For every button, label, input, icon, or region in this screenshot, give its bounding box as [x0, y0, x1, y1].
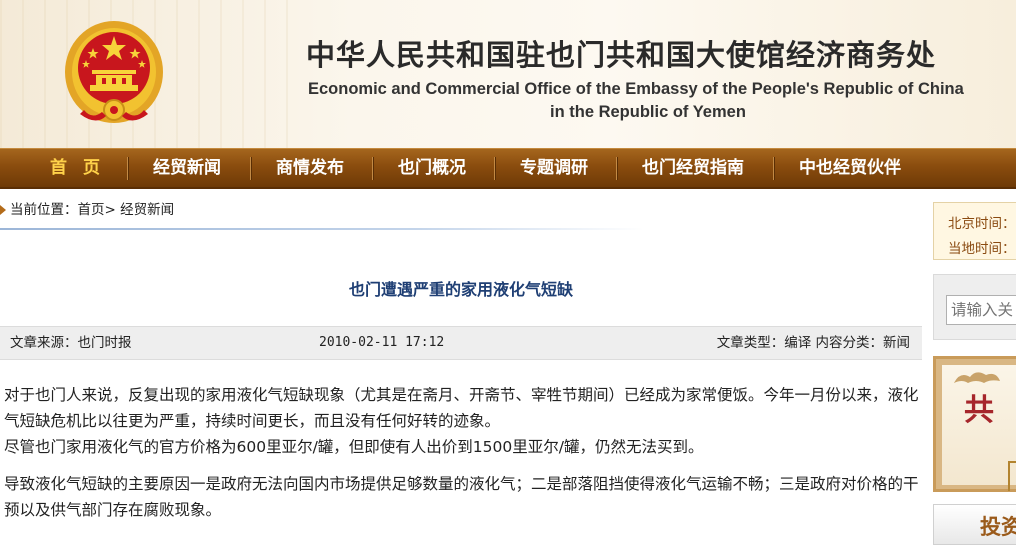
- search-input[interactable]: [946, 295, 1016, 325]
- gate-decoration: [1008, 461, 1016, 491]
- article-paragraph: 导致液化气短缺的主要原因一是政府无法向国内市场提供足够数量的液化气；二是部落阻挡…: [4, 475, 919, 519]
- article-source: 文章来源：也门时报: [10, 335, 132, 351]
- nav-item-special-research[interactable]: 专题调研: [520, 149, 588, 188]
- right-sidebar: 北京时间： 当地时间： 共 投资: [933, 196, 1016, 545]
- time-box: 北京时间： 当地时间：: [933, 202, 1016, 260]
- investment-banner-text: 投资: [980, 515, 1016, 539]
- nav-item-business-info[interactable]: 商情发布: [276, 149, 344, 188]
- article-title: 也门遭遇严重的家用液化气短缺: [348, 280, 573, 299]
- nav-item-trade-guide[interactable]: 也门经贸指南: [642, 149, 744, 188]
- breadcrumb-separator: >: [104, 202, 116, 218]
- site-title-en-line1: Economic and Commercial Office of the Em…: [308, 80, 964, 98]
- investment-banner[interactable]: 投资: [933, 504, 1016, 545]
- nav-item-partners[interactable]: 中也经贸伙伴: [799, 149, 901, 188]
- site-title-cn: 中华人民共和国驻也门共和国大使馆经济商务处: [306, 38, 937, 72]
- nav-divider: [616, 157, 617, 180]
- article-body: 对于也门人来说，反复出现的家用液化气短缺现象（尤其是在斋月、开斋节、宰牲节期间）…: [4, 382, 920, 523]
- nav-item-trade-news[interactable]: 经贸新闻: [153, 149, 221, 188]
- local-time-label: 当地时间：: [948, 241, 1016, 257]
- nav-item-yemen-overview[interactable]: 也门概况: [398, 149, 466, 188]
- article-paragraph: 尽管也门家用液化气的官方价格为600里亚尔/罐，但即使有人出价到1500里亚尔/…: [4, 438, 704, 456]
- breadcrumb-home-link[interactable]: 首页: [78, 202, 105, 218]
- article-meta-bar: 文章来源：也门时报 2010-02-11 17:12 文章类型：编译 内容分类：…: [0, 326, 922, 360]
- main-nav: 首页 经贸新闻 商情发布 也门概况 专题调研 也门经贸指南 中也经贸伙伴: [0, 148, 1016, 189]
- nav-divider: [773, 157, 774, 180]
- beijing-time-label: 北京时间：: [948, 216, 1016, 232]
- article-paragraph: 对于也门人来说，反复出现的家用液化气短缺现象（尤其是在斋月、开斋节、宰牲节期间）…: [4, 386, 919, 430]
- national-emblem-icon: [65, 21, 163, 123]
- search-box: [933, 274, 1016, 340]
- breadcrumb-prefix: 当前位置：: [10, 202, 78, 218]
- nav-divider: [250, 157, 251, 180]
- promo-banner[interactable]: 共: [933, 356, 1016, 492]
- breadcrumb-arrow-icon: [0, 205, 6, 215]
- site-header: 中华人民共和国驻也门共和国大使馆经济商务处 Economic and Comme…: [0, 0, 1016, 148]
- nav-item-home[interactable]: 首页: [50, 149, 116, 188]
- promo-banner-char: 共: [964, 393, 994, 428]
- article-type-info: 文章类型：编译 内容分类：新闻: [716, 335, 910, 351]
- nav-divider: [372, 157, 373, 180]
- breadcrumb: 当前位置：首页> 经贸新闻: [0, 196, 920, 224]
- breadcrumb-divider: [0, 228, 920, 230]
- site-title-en-line2: in the Republic of Yemen: [550, 103, 746, 121]
- nav-divider: [494, 157, 495, 180]
- nav-divider: [127, 157, 128, 180]
- article-date: 2010-02-11 17:12: [319, 335, 445, 350]
- breadcrumb-current[interactable]: 经贸新闻: [120, 202, 174, 218]
